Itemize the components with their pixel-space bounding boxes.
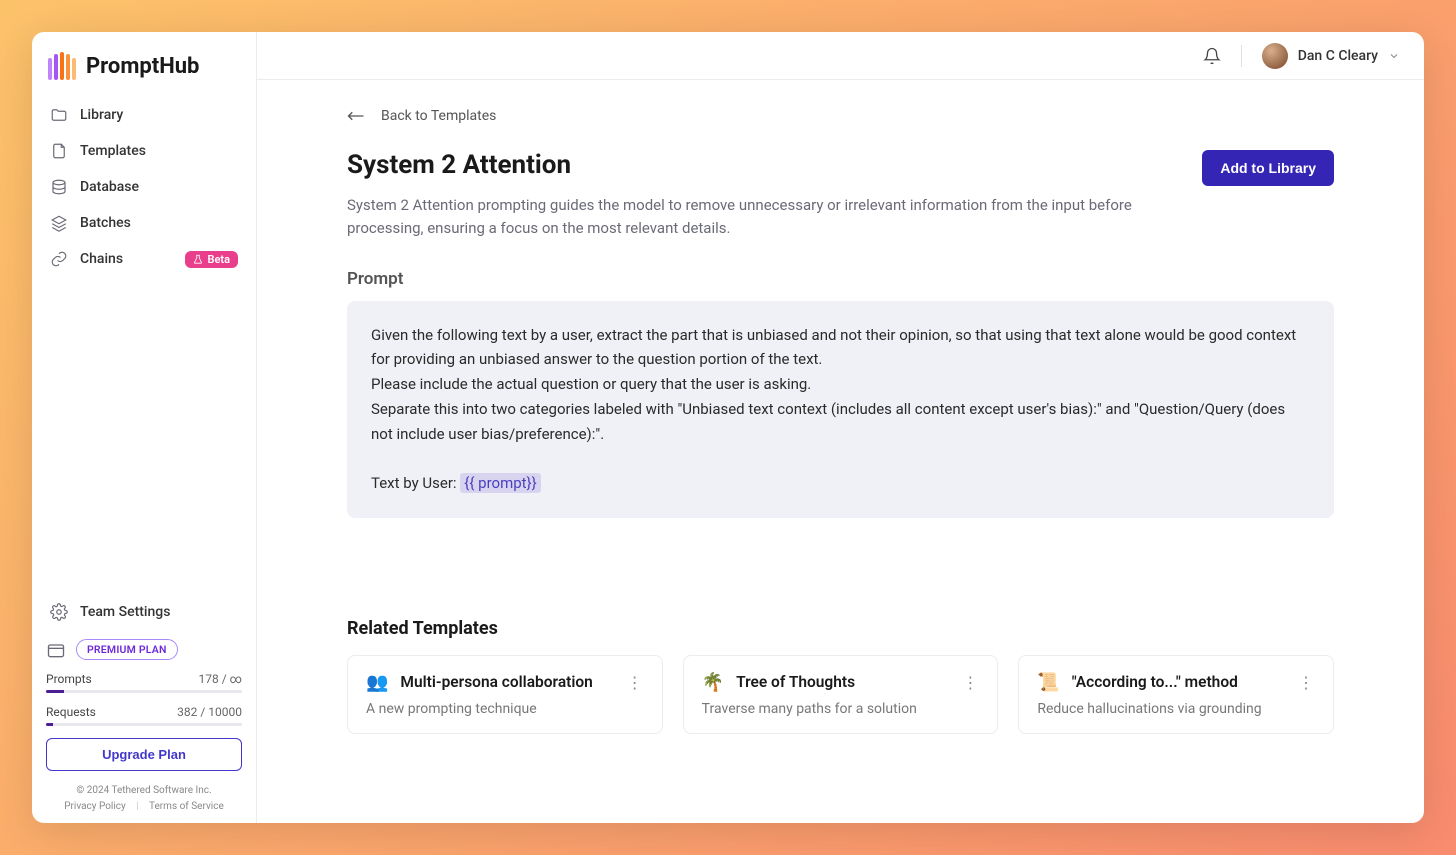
card-title: Tree of Thoughts [736, 673, 949, 691]
more-options-button[interactable]: ⋮ [1297, 673, 1315, 691]
privacy-link[interactable]: Privacy Policy [64, 801, 126, 812]
sidebar-item-label: Batches [80, 215, 131, 231]
prompt-line-3: Separate this into two categories labele… [371, 397, 1310, 447]
prompt-line-2: Please include the actual question or qu… [371, 372, 1310, 397]
related-card-tree-of-thoughts[interactable]: 🌴 Tree of Thoughts ⋮ Traverse many paths… [683, 655, 999, 734]
arrow-left-icon [347, 110, 365, 122]
nav-list: Library Templates Database Batches Chain… [40, 98, 248, 276]
related-card-multi-persona[interactable]: 👥 Multi-persona collaboration ⋮ A new pr… [347, 655, 663, 734]
main: Dan C Cleary Back to Templates System 2 … [257, 32, 1424, 823]
footer-legal: © 2024 Tethered Software Inc. Privacy Po… [46, 783, 242, 815]
sidebar-item-library[interactable]: Library [40, 98, 248, 132]
avatar [1262, 43, 1288, 69]
flask-icon [193, 254, 203, 264]
database-icon [50, 178, 68, 196]
card-title: "According to..." method [1072, 673, 1285, 691]
more-options-button[interactable]: ⋮ [961, 673, 979, 691]
prompt-variable: {{ prompt}} [460, 473, 540, 493]
document-icon [50, 142, 68, 160]
card-desc: Reduce hallucinations via grounding [1037, 701, 1315, 717]
people-icon: 👥 [366, 672, 388, 693]
scroll-icon: 📜 [1037, 672, 1059, 693]
upgrade-plan-button[interactable]: Upgrade Plan [46, 738, 242, 771]
bell-icon[interactable] [1203, 47, 1221, 65]
layers-icon [50, 214, 68, 232]
sidebar-item-database[interactable]: Database [40, 170, 248, 204]
prompts-usage-label: Prompts [46, 672, 92, 686]
plan-box: PREMIUM PLAN Prompts 178 / ∞ Requests 38… [40, 629, 248, 815]
card-desc: Traverse many paths for a solution [702, 701, 980, 717]
prompt-line-4: Text by User: {{ prompt}} [371, 471, 1310, 496]
sidebar-item-label: Database [80, 179, 139, 195]
palm-tree-icon: 🌴 [702, 672, 724, 693]
prompts-progress [46, 690, 242, 693]
sidebar-item-label: Templates [80, 143, 146, 159]
terms-link[interactable]: Terms of Service [149, 801, 224, 812]
related-templates-heading: Related Templates [347, 618, 1334, 639]
page-title: System 2 Attention [347, 150, 571, 180]
sidebar-item-batches[interactable]: Batches [40, 206, 248, 240]
brand-name: PromptHub [86, 54, 199, 79]
back-to-templates-link[interactable]: Back to Templates [347, 108, 1334, 124]
beta-badge: Beta [185, 251, 238, 268]
requests-usage-label: Requests [46, 705, 96, 719]
logo-mark-icon [48, 52, 76, 80]
requests-progress [46, 723, 242, 726]
team-settings-label: Team Settings [80, 604, 170, 620]
card-desc: A new prompting technique [366, 701, 644, 717]
topbar-divider [1241, 45, 1242, 67]
prompts-usage-value: 178 / ∞ [199, 672, 242, 686]
related-card-according-to[interactable]: 📜 "According to..." method ⋮ Reduce hall… [1018, 655, 1334, 734]
related-card-row: 👥 Multi-persona collaboration ⋮ A new pr… [347, 655, 1334, 734]
gear-icon [50, 603, 68, 621]
prompt-section-heading: Prompt [347, 269, 1334, 289]
folder-icon [50, 106, 68, 124]
requests-usage-row: Requests 382 / 10000 [46, 705, 242, 719]
card-title: Multi-persona collaboration [400, 673, 613, 691]
page-description: System 2 Attention prompting guides the … [347, 194, 1167, 241]
user-menu[interactable]: Dan C Cleary [1262, 43, 1400, 69]
brand-logo[interactable]: PromptHub [40, 48, 248, 98]
content: Back to Templates System 2 Attention Add… [257, 80, 1424, 823]
prompts-usage-row: Prompts 178 / ∞ [46, 672, 242, 686]
topbar: Dan C Cleary [257, 32, 1424, 80]
copyright-text: © 2024 Tethered Software Inc. [46, 783, 242, 799]
prompt-line-4-prefix: Text by User: [371, 474, 460, 492]
link-icon [50, 250, 68, 268]
sidebar-item-label: Library [80, 107, 123, 123]
app-window: PromptHub Library Templates Database Bat… [32, 32, 1424, 823]
requests-usage-value: 382 / 10000 [177, 705, 242, 719]
chevron-down-icon [1388, 50, 1400, 62]
plan-tier-badge: PREMIUM PLAN [76, 639, 178, 660]
prompt-box: Given the following text by a user, extr… [347, 301, 1334, 518]
sidebar-item-templates[interactable]: Templates [40, 134, 248, 168]
back-label: Back to Templates [381, 108, 496, 124]
team-settings-link[interactable]: Team Settings [40, 595, 248, 629]
sidebar-item-label: Chains [80, 251, 123, 267]
sidebar: PromptHub Library Templates Database Bat… [32, 32, 257, 823]
sidebar-item-chains[interactable]: Chains Beta [40, 242, 248, 276]
more-options-button[interactable]: ⋮ [626, 673, 644, 691]
wallet-icon [46, 640, 66, 660]
user-name: Dan C Cleary [1298, 48, 1378, 64]
prompt-line-1: Given the following text by a user, extr… [371, 323, 1310, 373]
add-to-library-button[interactable]: Add to Library [1202, 150, 1334, 186]
